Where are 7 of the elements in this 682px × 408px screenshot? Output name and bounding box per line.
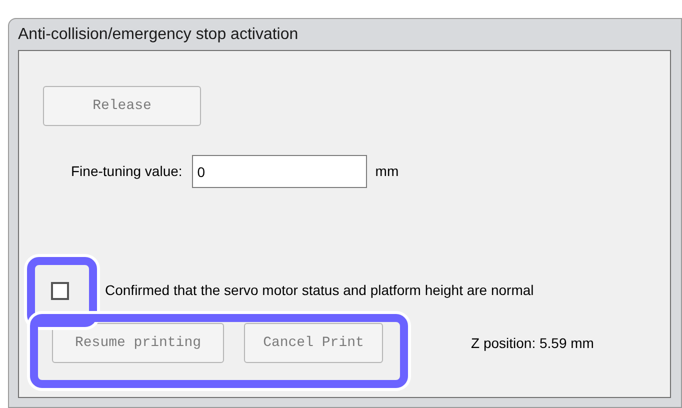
fine-tuning-input[interactable]: 0 bbox=[192, 155, 368, 188]
unit-label: mm bbox=[375, 162, 399, 181]
z-position-text: Z position: 5.59 mm bbox=[471, 334, 594, 353]
field-label: Fine-tuning value: bbox=[71, 162, 182, 181]
confirm-label: Confirmed that the servo motor status and platform height are normal bbox=[105, 281, 534, 300]
window-title: Anti-collision/emergency stop activation bbox=[18, 24, 298, 44]
confirm-checkbox[interactable] bbox=[51, 282, 69, 300]
